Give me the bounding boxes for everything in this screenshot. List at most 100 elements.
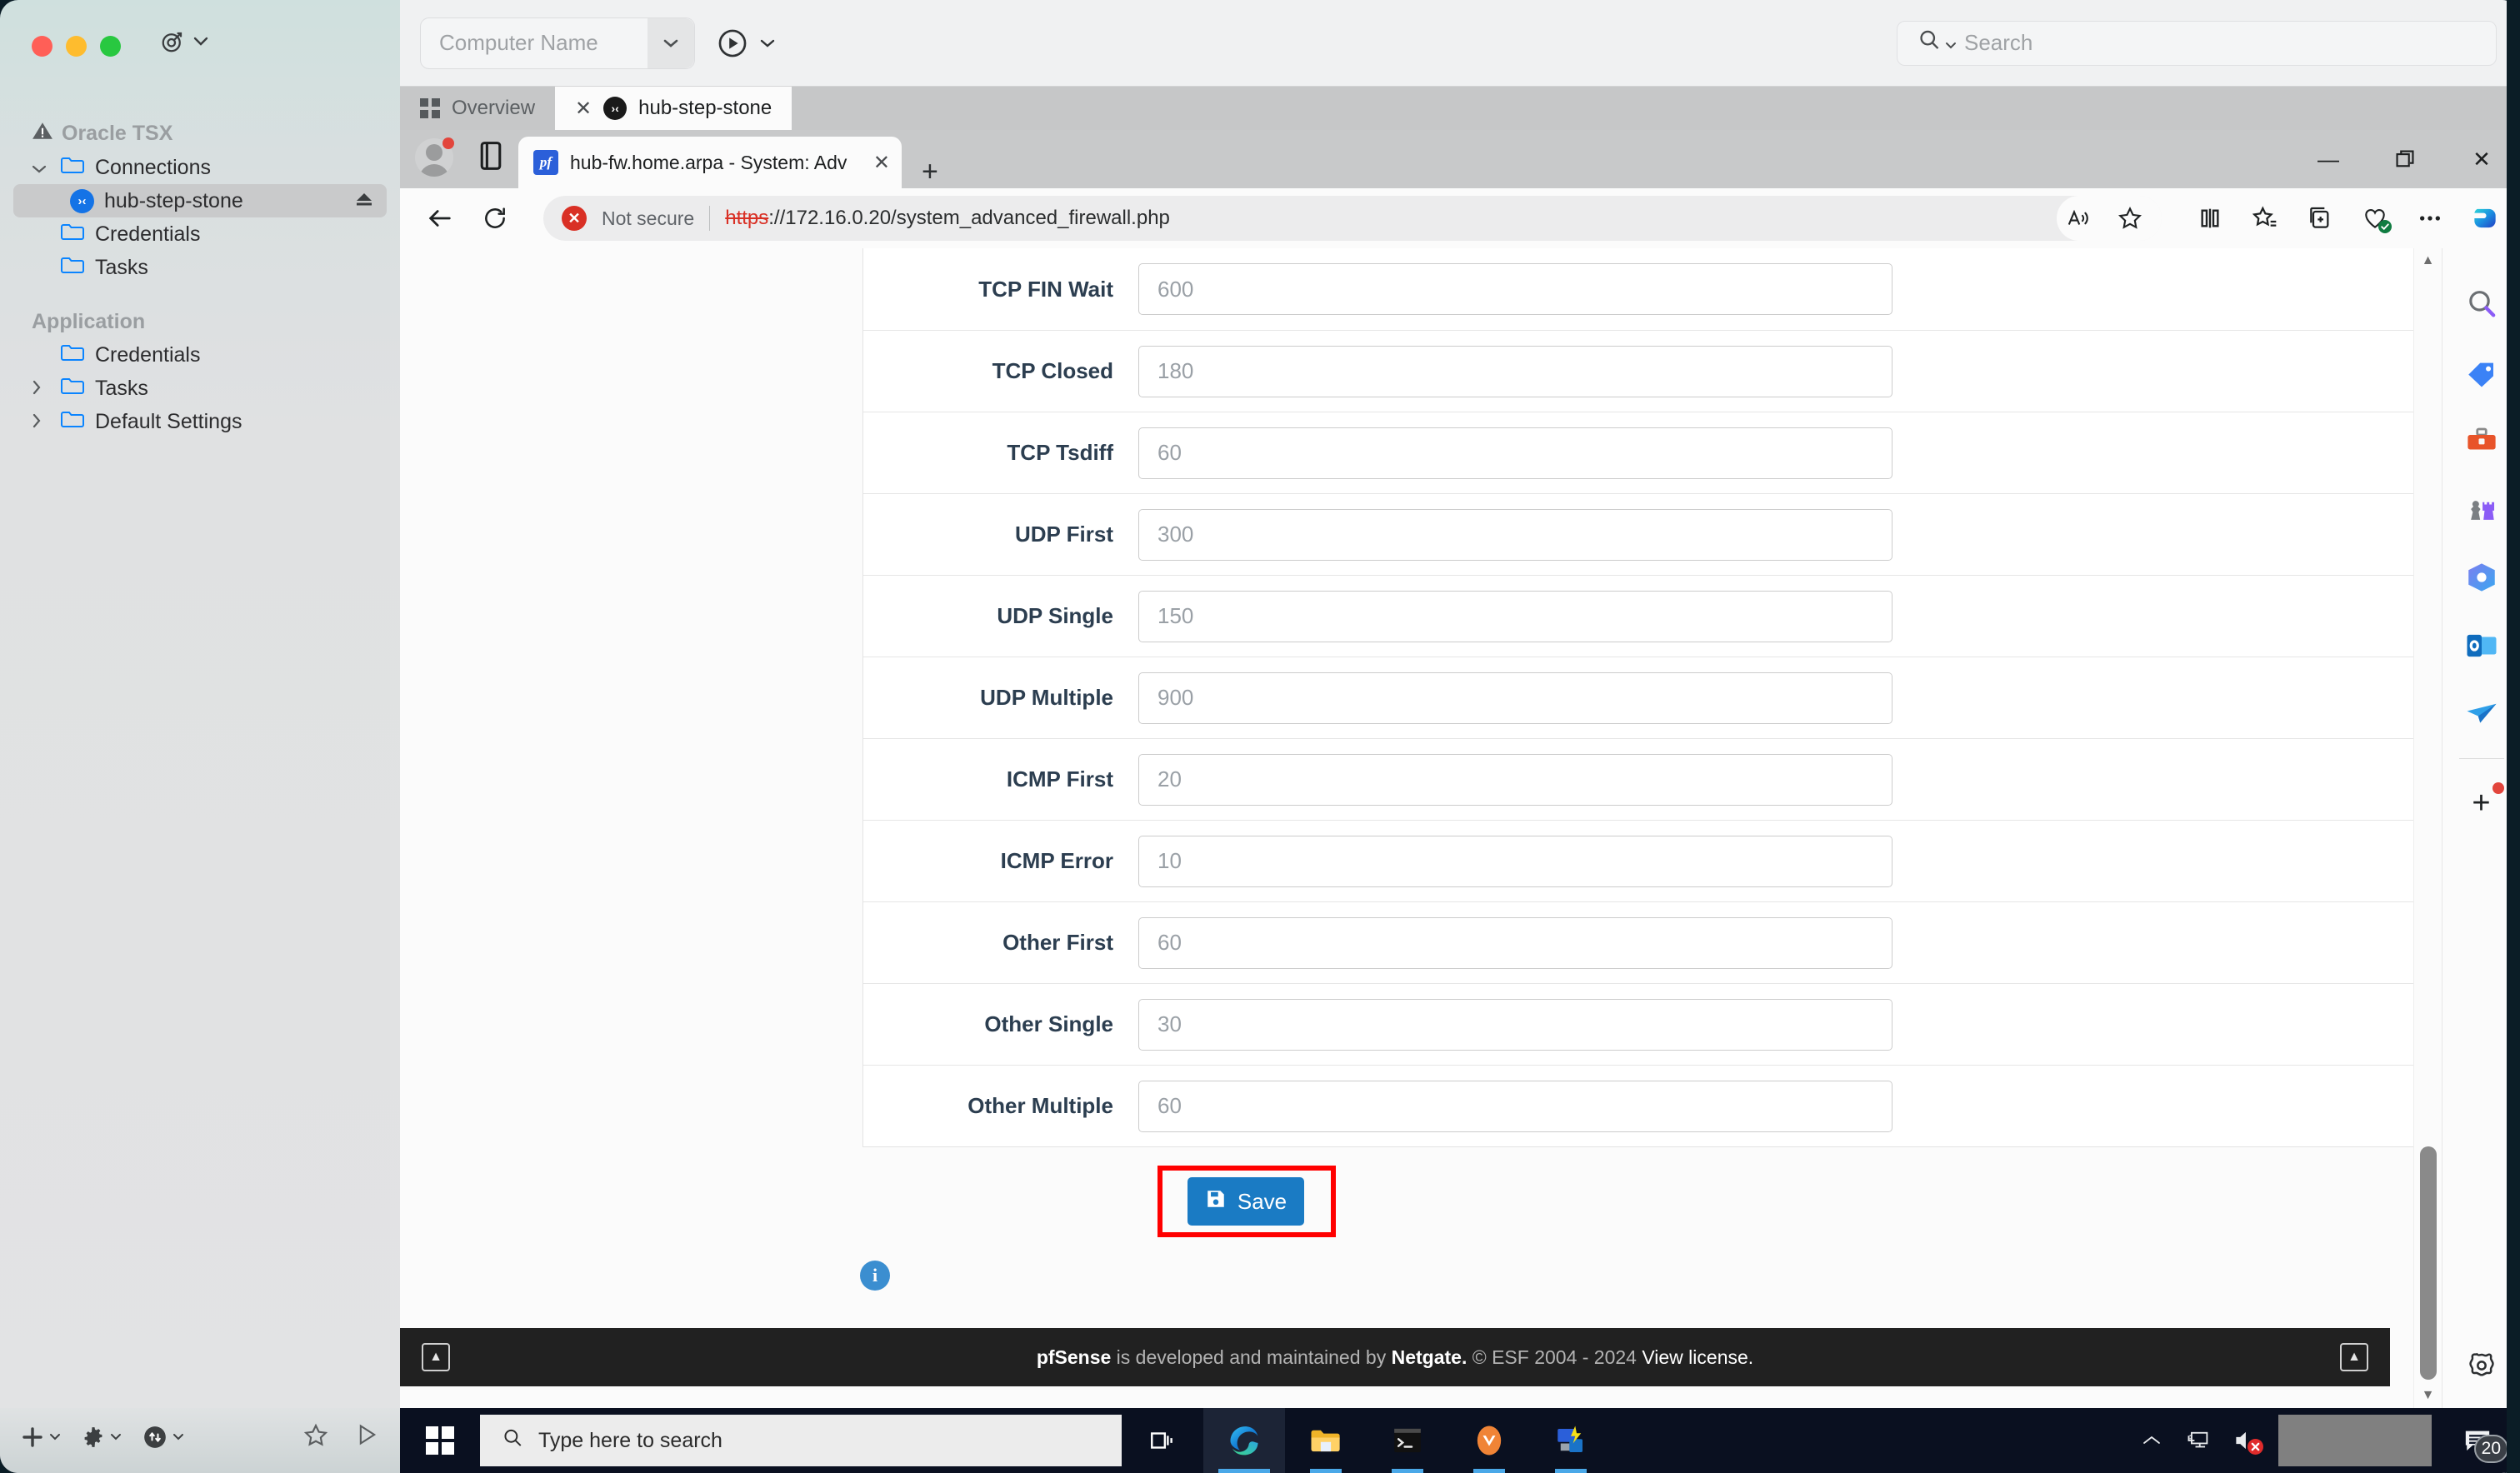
tab-label: hub-step-stone bbox=[638, 97, 772, 119]
other-first-input[interactable]: 60 bbox=[1138, 916, 1892, 969]
field-label: Other First bbox=[1002, 930, 1113, 955]
field-label: Other Single bbox=[984, 1011, 1113, 1036]
sidebar-item-default-settings[interactable]: Default Settings bbox=[13, 405, 387, 438]
sidebar-item-connections-tasks[interactable]: Tasks bbox=[13, 251, 387, 284]
udp-first-input[interactable]: 300 bbox=[1138, 508, 1892, 561]
scrollbar-thumb[interactable] bbox=[2420, 1146, 2437, 1380]
taskbar-edge-icon[interactable] bbox=[1203, 1408, 1285, 1473]
close-icon[interactable]: ✕ bbox=[575, 97, 592, 121]
browser-essentials-icon[interactable] bbox=[2357, 200, 2393, 237]
favorites-icon[interactable] bbox=[2247, 200, 2283, 237]
divider bbox=[709, 206, 711, 231]
mac-toolbar: Computer Name Search bbox=[400, 0, 2520, 87]
tcp-tsdiff-input[interactable]: 60 bbox=[1138, 427, 1892, 479]
eject-icon[interactable] bbox=[353, 189, 375, 213]
tcp-fin-wait-input[interactable]: 600 bbox=[1138, 263, 1892, 315]
add-button[interactable] bbox=[22, 1426, 61, 1448]
network-icon[interactable] bbox=[2175, 1408, 2222, 1473]
copilot-icon[interactable] bbox=[2467, 200, 2503, 237]
taskbar-app-orange-icon[interactable] bbox=[1448, 1408, 1530, 1473]
close-window-button[interactable] bbox=[32, 36, 52, 57]
taskbar-file-explorer-icon[interactable] bbox=[1285, 1408, 1367, 1473]
more-options-icon[interactable] bbox=[2412, 200, 2448, 237]
zoom-window-button[interactable] bbox=[100, 36, 121, 57]
scroll-up-arrow-icon[interactable]: ▲ bbox=[2422, 248, 2435, 273]
browser-tab-pfsense[interactable]: pf hub-fw.home.arpa - System: Adv ✕ bbox=[518, 137, 902, 188]
minimize-window-button[interactable] bbox=[66, 36, 87, 57]
icmp-error-input[interactable]: 10 bbox=[1138, 835, 1892, 887]
notifications-button[interactable]: 20 bbox=[2442, 1408, 2513, 1473]
sidebar-settings-icon[interactable] bbox=[2465, 1349, 2498, 1386]
target-selector[interactable] bbox=[160, 29, 209, 54]
chevron-right-icon[interactable] bbox=[32, 377, 50, 401]
scroll-to-top-left-button[interactable]: ▲ bbox=[422, 1343, 450, 1371]
windows-search-box[interactable]: Type here to search bbox=[480, 1415, 1122, 1466]
xshell-connection-icon: ›‹ bbox=[70, 188, 94, 213]
other-multiple-input[interactable]: 60 bbox=[1138, 1080, 1892, 1132]
sync-button[interactable] bbox=[143, 1426, 184, 1449]
profile-avatar-button[interactable] bbox=[415, 137, 454, 177]
taskbar-remote-desktop-icon[interactable] bbox=[1530, 1408, 1612, 1473]
tab-hub-step-stone[interactable]: ✕ ›‹ hub-step-stone bbox=[555, 87, 792, 130]
computer-name-placeholder: Computer Name bbox=[439, 30, 598, 55]
icmp-first-input[interactable]: 20 bbox=[1138, 753, 1892, 806]
split-screen-icon[interactable] bbox=[2192, 200, 2228, 237]
collections-icon[interactable] bbox=[2302, 200, 2338, 237]
folder-icon bbox=[60, 409, 85, 435]
sidebar-item-connections-credentials[interactable]: Credentials bbox=[13, 217, 387, 251]
sidebar-root-oracle-tsx[interactable]: Oracle TSX bbox=[13, 117, 387, 151]
other-single-input[interactable]: 30 bbox=[1138, 998, 1892, 1051]
edge-titlebar: pf hub-fw.home.arpa - System: Adv ✕ + — … bbox=[400, 130, 2520, 188]
sidebar-item-application-tasks[interactable]: Tasks bbox=[13, 372, 387, 405]
field-label: TCP Closed bbox=[992, 358, 1113, 383]
tab-overview[interactable]: Overview bbox=[400, 87, 556, 130]
task-view-icon[interactable] bbox=[1122, 1408, 1203, 1473]
chevron-down-icon[interactable] bbox=[648, 17, 694, 68]
refresh-icon[interactable] bbox=[477, 200, 513, 237]
info-icon[interactable]: i bbox=[860, 1261, 890, 1291]
sidebar-group-connections[interactable]: Connections bbox=[13, 151, 387, 184]
favorite-star-icon[interactable] bbox=[303, 1423, 328, 1452]
run-session-button[interactable] bbox=[717, 27, 777, 59]
back-arrow-icon[interactable] bbox=[422, 200, 458, 237]
udp-multiple-input[interactable]: 900 bbox=[1138, 672, 1892, 724]
not-secure-icon[interactable]: ✕ bbox=[562, 206, 587, 231]
footer-text: pfSense is developed and maintained by N… bbox=[1037, 1346, 1753, 1369]
view-license-link[interactable]: View license. bbox=[1642, 1346, 1753, 1368]
restore-button[interactable] bbox=[2367, 130, 2443, 188]
page-scrollbar[interactable]: ▲ ▼ bbox=[2413, 248, 2442, 1408]
minimize-button[interactable]: — bbox=[2290, 130, 2367, 188]
sidebar-item-application-credentials[interactable]: Credentials bbox=[13, 338, 387, 372]
target-icon bbox=[160, 29, 185, 54]
chevron-down-icon[interactable] bbox=[32, 156, 50, 180]
address-bar[interactable]: ✕ Not secure https://172.16.0.20/system_… bbox=[543, 196, 2162, 241]
windows-start-icon[interactable] bbox=[400, 1408, 480, 1473]
scroll-to-top-right-button[interactable]: ▲ bbox=[2339, 1343, 2368, 1371]
chevron-down-icon[interactable] bbox=[1944, 30, 1958, 56]
scroll-down-arrow-icon[interactable]: ▼ bbox=[2422, 1383, 2435, 1408]
mac-search-field[interactable]: Search bbox=[1897, 20, 2497, 66]
new-tab-button[interactable]: + bbox=[922, 156, 938, 188]
run-icon[interactable] bbox=[357, 1423, 378, 1452]
security-badge-label: Not secure bbox=[602, 207, 695, 229]
form-row: Other Single 30 bbox=[863, 983, 2413, 1065]
taskbar-clock[interactable] bbox=[2278, 1415, 2432, 1466]
field-label: ICMP First bbox=[1006, 766, 1113, 791]
windows-taskbar: Type here to search 20 bbox=[400, 1408, 2520, 1473]
settings-gear-button[interactable] bbox=[82, 1426, 122, 1448]
favorite-star-icon[interactable] bbox=[2108, 200, 2152, 237]
form-row: UDP First 300 bbox=[863, 493, 2413, 575]
mac-main-pane: Computer Name Search Overview ✕ ›‹ hub-s… bbox=[400, 0, 2520, 1473]
chevron-right-icon[interactable] bbox=[32, 410, 50, 434]
computer-name-combobox[interactable]: Computer Name bbox=[420, 17, 695, 69]
read-aloud-icon[interactable] bbox=[2057, 200, 2100, 237]
sidebar-item-hub-step-stone[interactable]: ›‹ hub-step-stone bbox=[13, 184, 387, 217]
sidebar-item-label: Credentials bbox=[95, 222, 201, 246]
show-hidden-icons-icon[interactable] bbox=[2128, 1408, 2175, 1473]
udp-single-input[interactable]: 150 bbox=[1138, 590, 1892, 642]
close-icon[interactable]: ✕ bbox=[873, 151, 890, 175]
volume-muted-icon[interactable] bbox=[2222, 1408, 2268, 1473]
tab-actions-menu-button[interactable] bbox=[477, 139, 505, 177]
taskbar-terminal-icon[interactable] bbox=[1367, 1408, 1448, 1473]
tcp-closed-input[interactable]: 180 bbox=[1138, 345, 1892, 397]
